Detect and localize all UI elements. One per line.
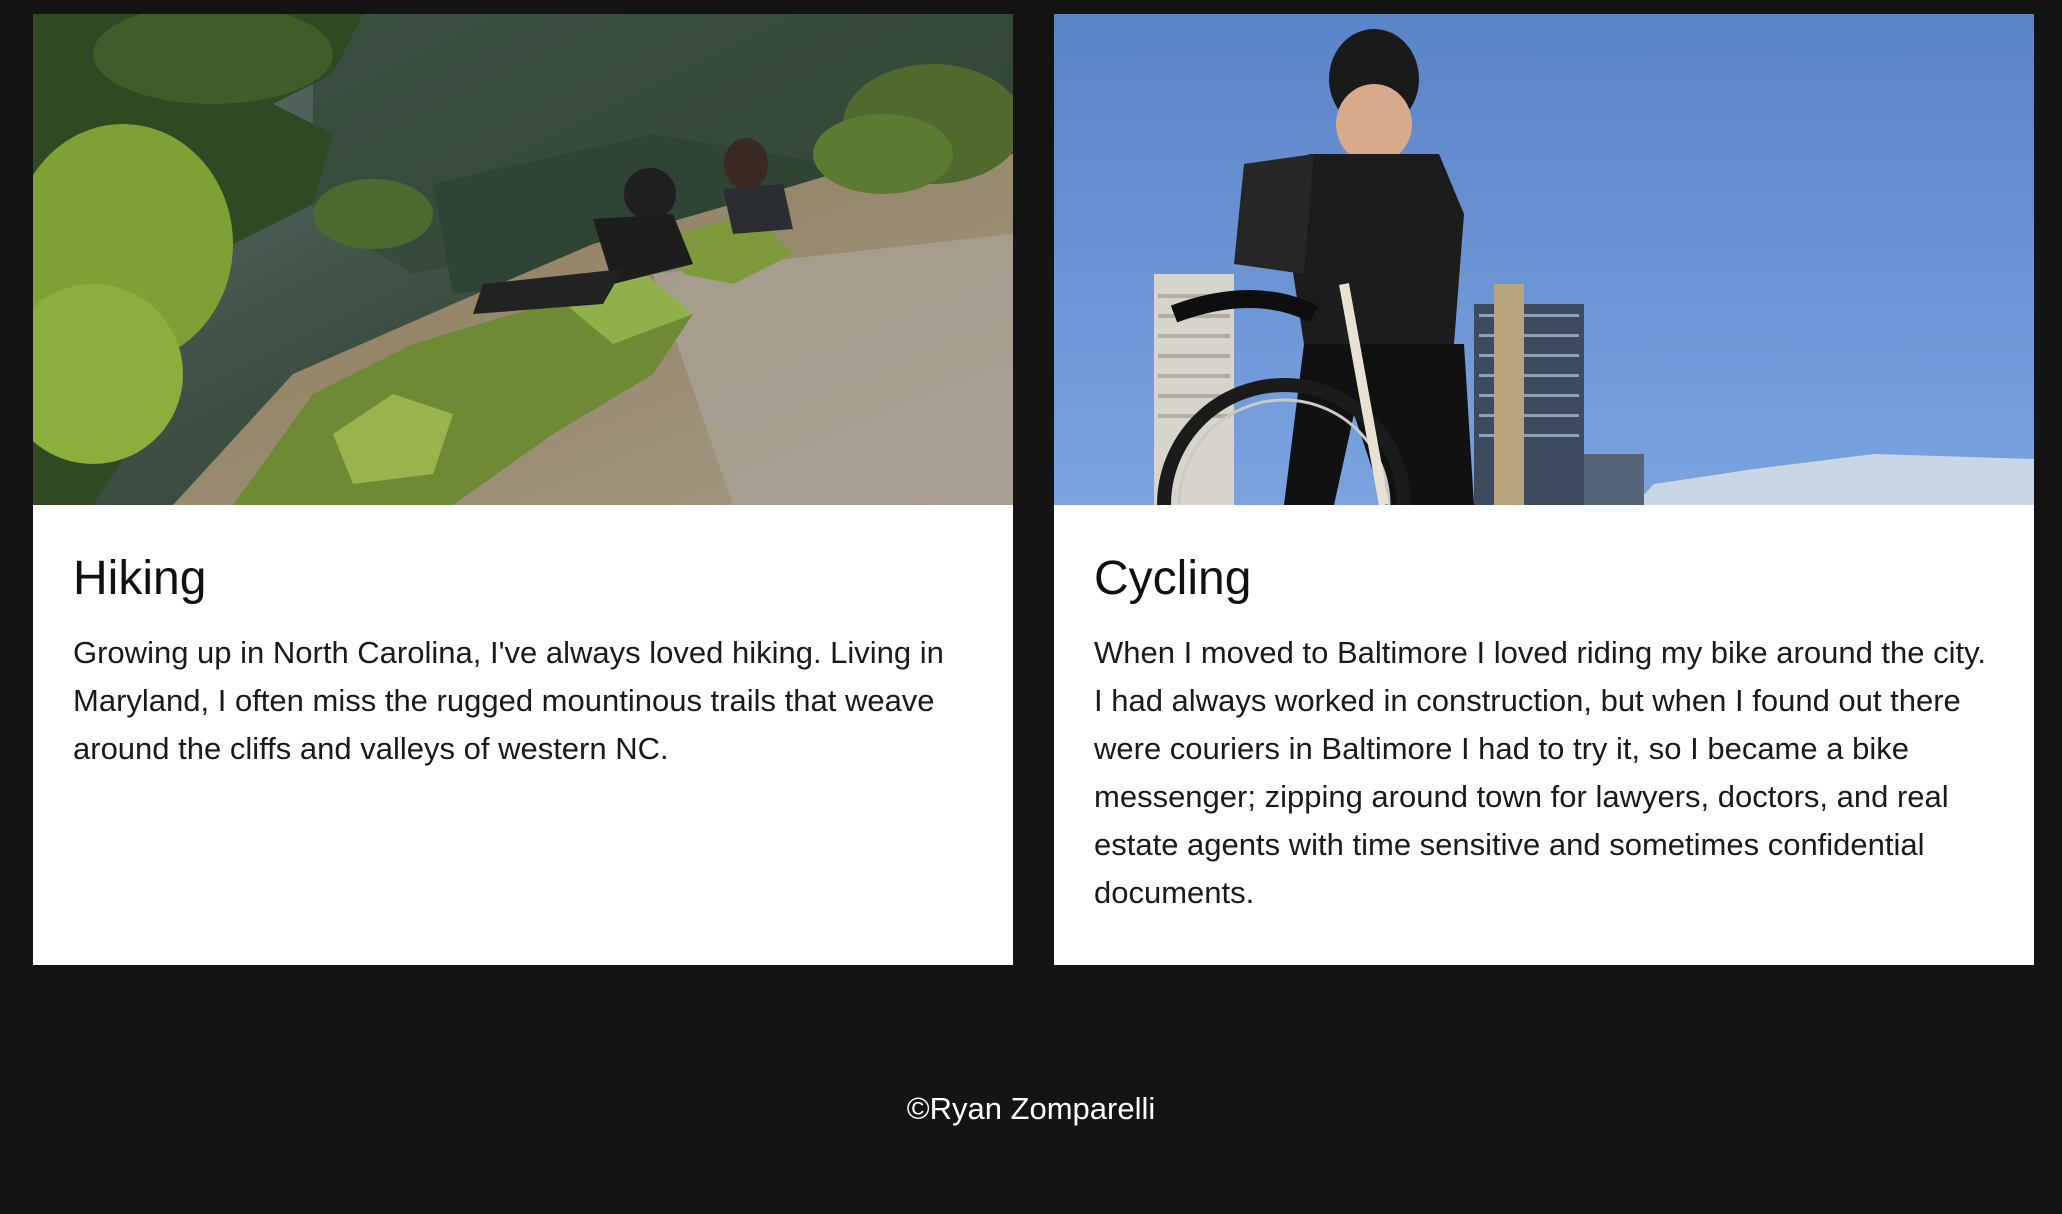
hiking-description: Growing up in North Carolina, I've alway… (73, 635, 944, 766)
cycling-description: When I moved to Baltimore I loved riding… (1094, 635, 1986, 910)
cycling-card: Cycling When I moved to Baltimore I love… (1054, 14, 2034, 965)
page: Hiking Growing up in North Carolina, I'v… (0, 0, 2062, 1214)
hiking-photo (33, 14, 1013, 505)
cycling-title: Cycling (1094, 552, 1252, 605)
hiking-card: Hiking Growing up in North Carolina, I'v… (33, 14, 1013, 965)
cycling-photo (1054, 14, 2034, 505)
hiking-card-body: Hiking Growing up in North Carolina, I'v… (33, 505, 1013, 773)
footer-copyright: ©Ryan Zomparelli (906, 1091, 1156, 1126)
hiking-title: Hiking (73, 552, 207, 605)
cycling-card-body: Cycling When I moved to Baltimore I love… (1054, 505, 2034, 917)
